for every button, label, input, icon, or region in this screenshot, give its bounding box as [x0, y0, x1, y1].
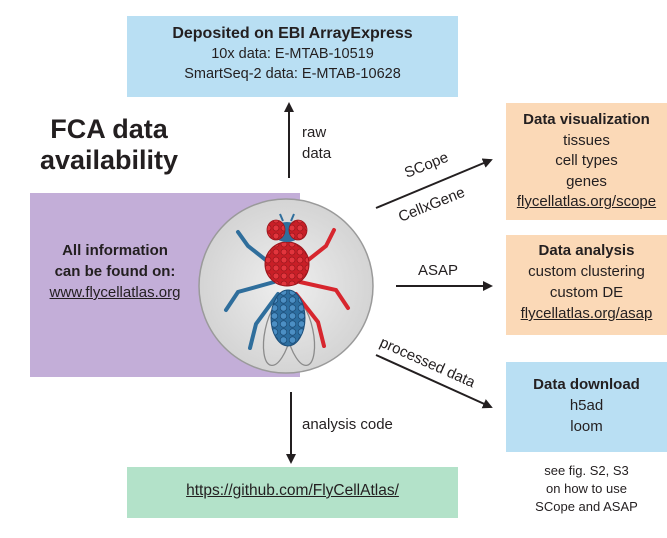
download-item: loom — [570, 418, 603, 435]
asap-link[interactable]: flycellatlas.org/asap — [506, 303, 667, 324]
note-line-1: see fig. S2, S3 — [544, 463, 629, 478]
visualization-item: tissues — [563, 131, 610, 149]
deposit-box: Deposited on EBI ArrayExpress 10x data: … — [127, 16, 458, 97]
analysis-box: Data analysis custom clustering custom D… — [506, 235, 667, 335]
info-line-2: can be found on: — [54, 263, 176, 280]
deposit-smartseq: SmartSeq-2 data: E-MTAB-10628 — [184, 66, 401, 82]
flycellatlas-link[interactable]: www.flycellatlas.org — [30, 282, 200, 303]
raw-label-line-2: data — [302, 145, 332, 162]
visualization-item: genes — [566, 172, 607, 190]
raw-data-label: raw data — [302, 122, 331, 164]
github-box: https://github.com/FlyCellAtlas/ — [127, 467, 458, 518]
visualization-heading: Data visualization — [523, 111, 650, 128]
download-box: Data download h5ad loom — [506, 362, 667, 452]
info-line-1: All information — [62, 242, 168, 259]
note-line-3: SCope and ASAP — [535, 499, 638, 514]
scope-link[interactable]: flycellatlas.org/scope — [506, 192, 667, 213]
analysis-item: custom clustering — [528, 263, 645, 280]
asap-label: ASAP — [418, 262, 459, 279]
deposit-10x: 10x data: E-MTAB-10519 — [211, 46, 374, 62]
analysis-item: custom DE — [549, 284, 624, 301]
github-link[interactable]: https://github.com/FlyCellAtlas/ — [127, 482, 458, 500]
analysis-heading: Data analysis — [538, 242, 635, 259]
deposit-heading: Deposited on EBI ArrayExpress — [172, 25, 413, 42]
figure-note: see fig. S2, S3 on how to use SCope and … — [506, 462, 667, 516]
info-text: All information can be found on: www.fly… — [30, 240, 200, 303]
analysis-code-label: analysis code — [302, 416, 393, 433]
page-title: FCA data availability — [14, 114, 204, 176]
download-item: h5ad — [569, 397, 604, 414]
visualization-item: cell types — [555, 152, 618, 169]
note-line-2: on how to use — [546, 481, 627, 496]
download-heading: Data download — [533, 376, 640, 393]
title-line-2: availability — [39, 145, 179, 175]
visualization-box: Data visualization tissues cell types ge… — [506, 103, 667, 220]
title-line-1: FCA data — [50, 114, 168, 144]
raw-label-line-1: raw — [302, 124, 327, 141]
